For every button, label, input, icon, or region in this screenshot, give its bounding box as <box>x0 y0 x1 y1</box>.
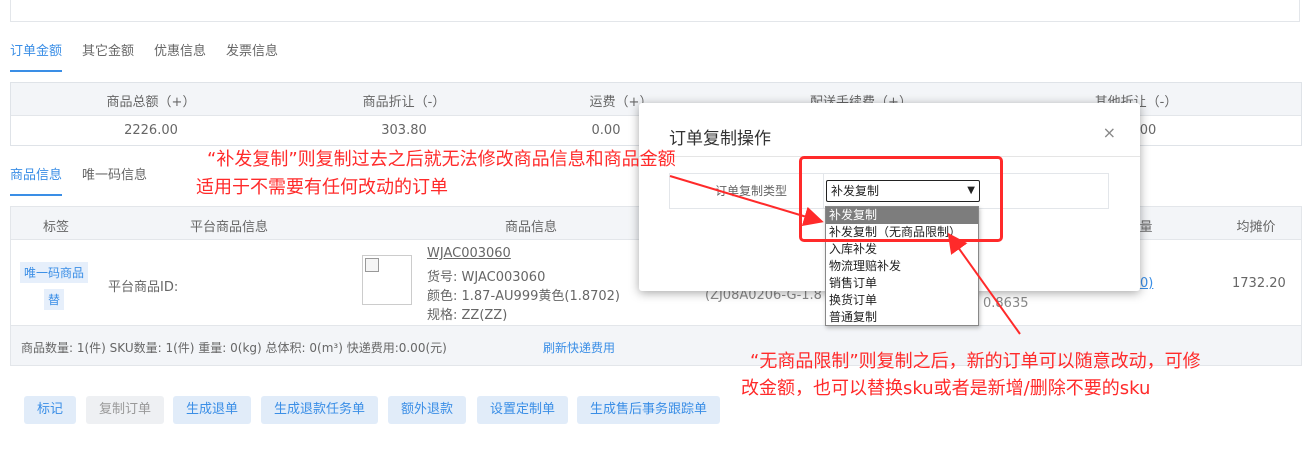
annotation-reissue-line1: “补发复制”则复制过去之后就无法修改商品信息和商品金额 <box>207 149 676 170</box>
annotation-unrestricted-line1: “无商品限制”则复制之后，新的订单可以随意改动，可修 <box>750 351 1201 372</box>
arrow-to-unrestricted-option <box>947 232 1021 335</box>
arrow-to-reissue-option <box>669 175 824 226</box>
annotation-reissue-line2: 适用于不需要有任何改动的订单 <box>196 177 448 198</box>
annotation-unrestricted-line2: 改金额，也可以替换sku或者是新增/删除不要的sku <box>741 378 1151 399</box>
